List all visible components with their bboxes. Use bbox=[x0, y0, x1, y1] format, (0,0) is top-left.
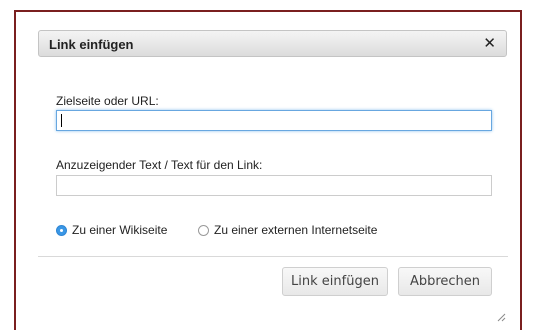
target-url-label: Zielseite oder URL: bbox=[56, 94, 159, 108]
radio-wiki-page[interactable]: Zu einer Wikiseite bbox=[56, 223, 167, 237]
display-text-label: Anzuzeigender Text / Text für den Link: bbox=[56, 158, 263, 172]
dialog-title: Link einfügen bbox=[49, 37, 134, 52]
radio-checked-icon bbox=[56, 224, 67, 236]
cancel-button[interactable]: Abbrechen bbox=[398, 267, 492, 296]
close-icon[interactable]: ✕ bbox=[483, 34, 496, 52]
resize-grip-icon[interactable] bbox=[497, 313, 506, 322]
dialog-titlebar[interactable]: Link einfügen ✕ bbox=[38, 30, 507, 57]
link-dialog: Link einfügen ✕ Zielseite oder URL: Anzu… bbox=[14, 10, 522, 330]
target-url-input[interactable] bbox=[56, 110, 492, 131]
radio-unchecked-icon bbox=[198, 224, 209, 236]
radio-wiki-page-label: Zu einer Wikiseite bbox=[72, 223, 168, 237]
footer-divider bbox=[38, 256, 508, 257]
radio-external-page[interactable]: Zu einer externen Internetseite bbox=[198, 223, 377, 237]
display-text-input[interactable] bbox=[56, 175, 492, 196]
insert-link-button[interactable]: Link einfügen bbox=[282, 267, 388, 296]
radio-external-page-label: Zu einer externen Internetseite bbox=[214, 223, 378, 237]
text-caret bbox=[61, 114, 62, 127]
